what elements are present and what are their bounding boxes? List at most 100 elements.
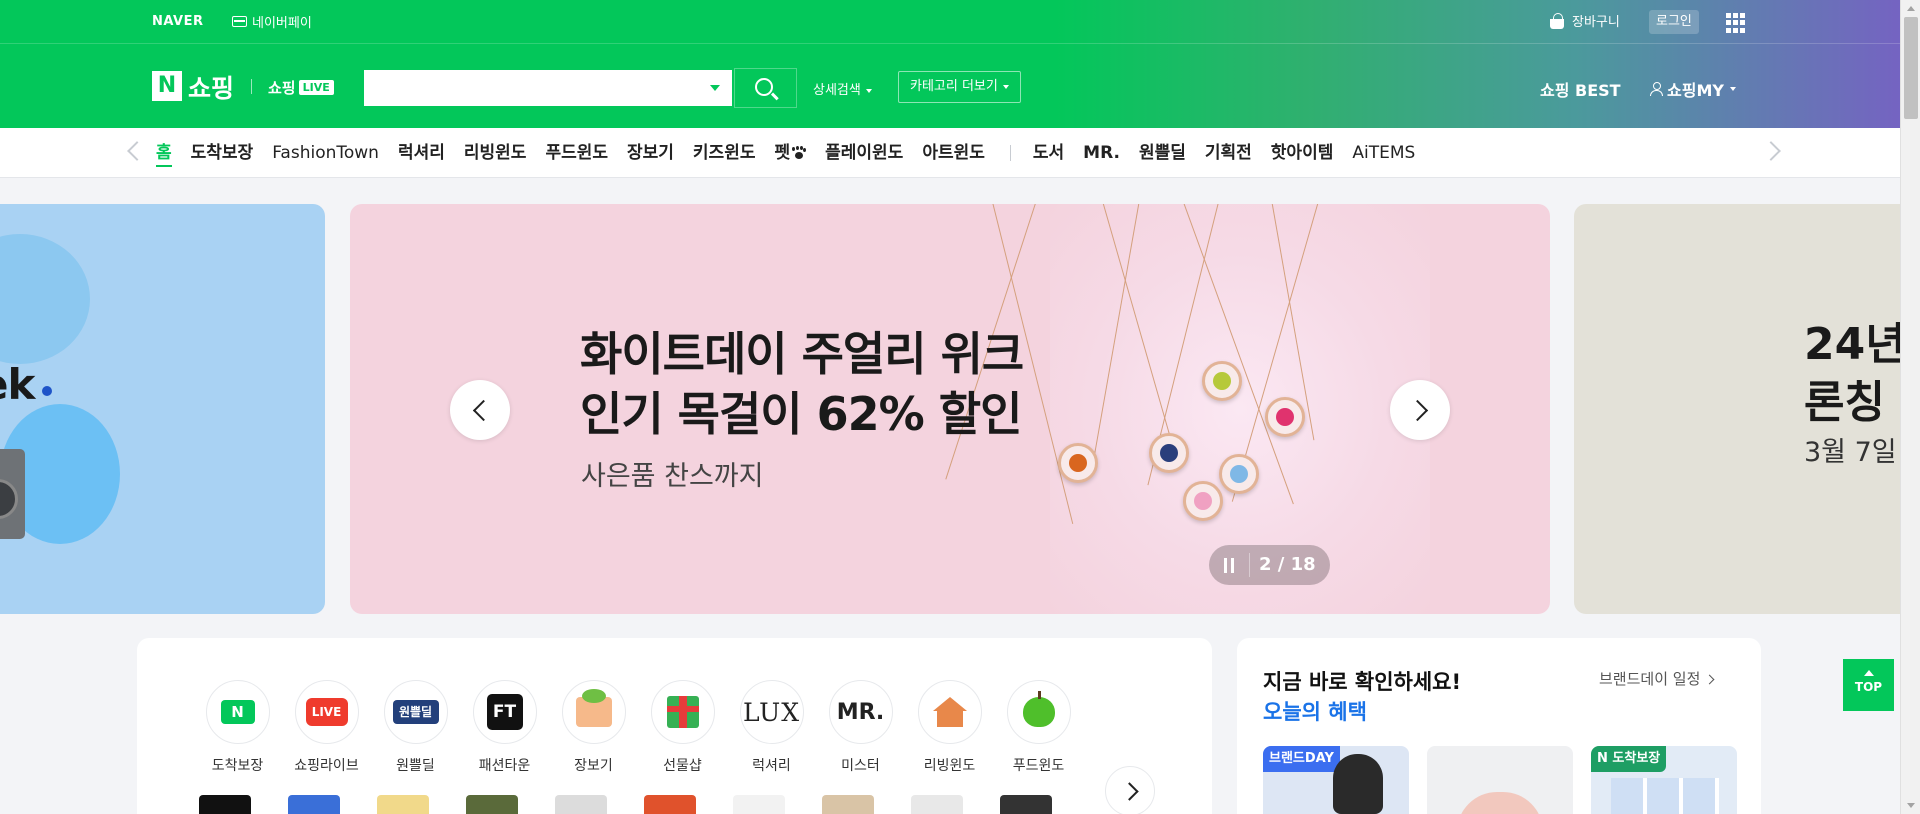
nav-item-art[interactable]: 아트윈도 [922,128,985,178]
nav-item-hot[interactable]: 핫아이템 [1271,128,1334,178]
nav-item-pet[interactable]: 펫 [774,128,806,178]
header: NAVER 네이버페이 장바구니 로그인 N 쇼핑 쇼핑 LIVE 상세검색 카… [0,0,1920,128]
nav-item-food[interactable]: 푸드윈도 [545,128,608,178]
category-shortcut[interactable]: 선물샵 [638,680,727,775]
shopping-best-link[interactable]: 쇼핑 BEST [1540,77,1621,101]
arrival-guarantee-icon: N [205,680,270,744]
product-thumbnail[interactable] [377,795,429,814]
scroll-top-button[interactable]: TOP [1843,659,1894,711]
nav-item-kids[interactable]: 키즈윈도 [693,128,756,178]
category-more-label: 카테고리 더보기 [910,79,998,94]
grocery-basket-icon [561,680,626,744]
house-icon [917,680,982,744]
nav-item-exhibition[interactable]: 기획전 [1205,128,1252,178]
autocomplete-toggle-icon[interactable] [710,85,720,91]
category-shortcut[interactable]: MR. 미스터 [816,680,905,775]
banner-slide-prev[interactable]: ek [0,204,325,614]
login-button[interactable]: 로그인 [1649,10,1699,34]
nav-item-arrival[interactable]: 도착보장 [191,128,254,178]
nav-prev-icon[interactable] [127,141,147,161]
category-more-button[interactable]: 카테고리 더보기 [898,71,1021,103]
necklace-pendant [1149,433,1189,473]
live-prefix: 쇼핑 [268,79,296,97]
promo-purse[interactable] [1427,746,1573,814]
nav-item-fashiontown[interactable]: FashionTown [272,128,379,178]
product-thumbnail[interactable] [555,795,607,814]
cart-link[interactable]: 장바구니 [1548,11,1620,30]
product-thumbnail[interactable] [733,795,785,814]
category-shortcut[interactable]: 푸드윈도 [994,680,1083,775]
fashion-town-icon: FT [472,680,537,744]
banner-prev-button[interactable] [450,380,510,440]
page-scrollbar[interactable] [1900,0,1920,814]
naver-n-logo[interactable]: N [152,71,182,101]
promo-brand-day[interactable]: 브랜드DAY [1263,746,1409,814]
product-thumbnail[interactable] [911,795,963,814]
chevron-down-icon [865,88,872,93]
product-thumbnail[interactable] [199,795,251,814]
nav-item-luxury[interactable]: 럭셔리 [398,128,445,178]
product-thumbnail[interactable] [466,795,518,814]
nav-item-pet-label: 펫 [774,143,791,163]
search-input[interactable] [364,70,684,106]
top-utility-bar: NAVER 네이버페이 장바구니 로그인 [0,0,1900,44]
nav-item-aitems[interactable]: AiTEMS [1352,128,1415,178]
nav-item-mister[interactable]: MR. [1083,128,1120,178]
banner-next-title-line1: 24년 [1804,319,1906,370]
shopping-title-logo[interactable]: 쇼핑 [188,69,234,105]
necklace-pendant [1265,397,1305,437]
product-thumbnail[interactable] [644,795,696,814]
necklace-pendant [1219,454,1259,494]
nav-item-oneplus[interactable]: 원쁠딜 [1139,128,1186,178]
product-thumbnail[interactable] [1000,795,1052,814]
arrow-up-icon [1863,670,1874,676]
decorative-blob [0,234,90,364]
page: NAVER 네이버페이 장바구니 로그인 N 쇼핑 쇼핑 LIVE 상세검색 카… [0,0,1920,814]
wallet-icon [232,16,247,27]
category-shortcut[interactable]: LIVE 쇼핑라이브 [282,680,371,775]
category-shortcut[interactable]: 장보기 [549,680,638,775]
brand-day-schedule-label: 브랜드데이 일정 [1599,670,1701,688]
category-label: 도착보장 [211,758,264,774]
tissue-pack-image [1611,778,1719,814]
nav-item-home[interactable]: 홈 [156,128,172,178]
brand-day-schedule-link[interactable]: 브랜드데이 일정 [1599,668,1715,689]
mister-icon: MR. [828,680,893,744]
shopping-my-menu[interactable]: 쇼핑MY [1650,77,1736,101]
category-shortcut[interactable]: N 도착보장 [193,680,282,775]
banner-slide-current[interactable]: 화이트데이 주얼리 위크 인기 목걸이 62% 할인 사은품 찬스까지 2 / … [350,204,1550,614]
category-label: 리빙윈도 [923,758,976,774]
pause-icon[interactable] [1223,558,1235,573]
category-next-button[interactable] [1105,766,1155,814]
scroll-up-arrow-icon[interactable] [1907,6,1915,11]
apps-grid-icon[interactable] [1726,13,1746,33]
nav-next-icon[interactable] [1761,141,1781,161]
product-thumbnail[interactable] [822,795,874,814]
naver-logo[interactable]: NAVER [152,14,204,29]
shopping-live-logo[interactable]: 쇼핑 LIVE [268,77,334,98]
search-button[interactable] [734,68,797,108]
category-label: 미스터 [841,758,880,774]
scroll-down-arrow-icon[interactable] [1907,803,1915,808]
promo-arrival[interactable]: N 도착보장 [1591,746,1737,814]
apple-icon [1006,680,1071,744]
product-thumbnail[interactable] [288,795,340,814]
scrollbar-thumb[interactable] [1904,17,1918,119]
main-header-bar: N 쇼핑 쇼핑 LIVE 상세검색 카테고리 더보기 쇼핑 BEST 쇼핑MY [0,44,1900,128]
necklace-pendant [1202,361,1242,401]
banner-slide-next[interactable]: 24년 론칭 3월 7일 [1574,204,1920,614]
banner-next-button[interactable] [1390,380,1450,440]
naverpay-link[interactable]: 네이버페이 [232,12,312,31]
gift-box-icon [650,680,715,744]
banner-next-title: 24년 론칭 [1804,316,1906,432]
shopping-live-icon: LIVE [294,680,359,744]
detail-search-button[interactable]: 상세검색 [813,79,872,98]
category-shortcut[interactable]: FT 패션타운 [460,680,549,775]
nav-item-play[interactable]: 플레이윈도 [825,128,903,178]
category-shortcut[interactable]: 리빙윈도 [905,680,994,775]
category-shortcut[interactable]: LUX 럭셔리 [727,680,816,775]
nav-item-books[interactable]: 도서 [1033,128,1064,178]
nav-item-living[interactable]: 리빙윈도 [464,128,527,178]
nav-item-grocery[interactable]: 장보기 [627,128,674,178]
category-shortcut[interactable]: 원쁠딜 원쁠딜 [371,680,460,775]
